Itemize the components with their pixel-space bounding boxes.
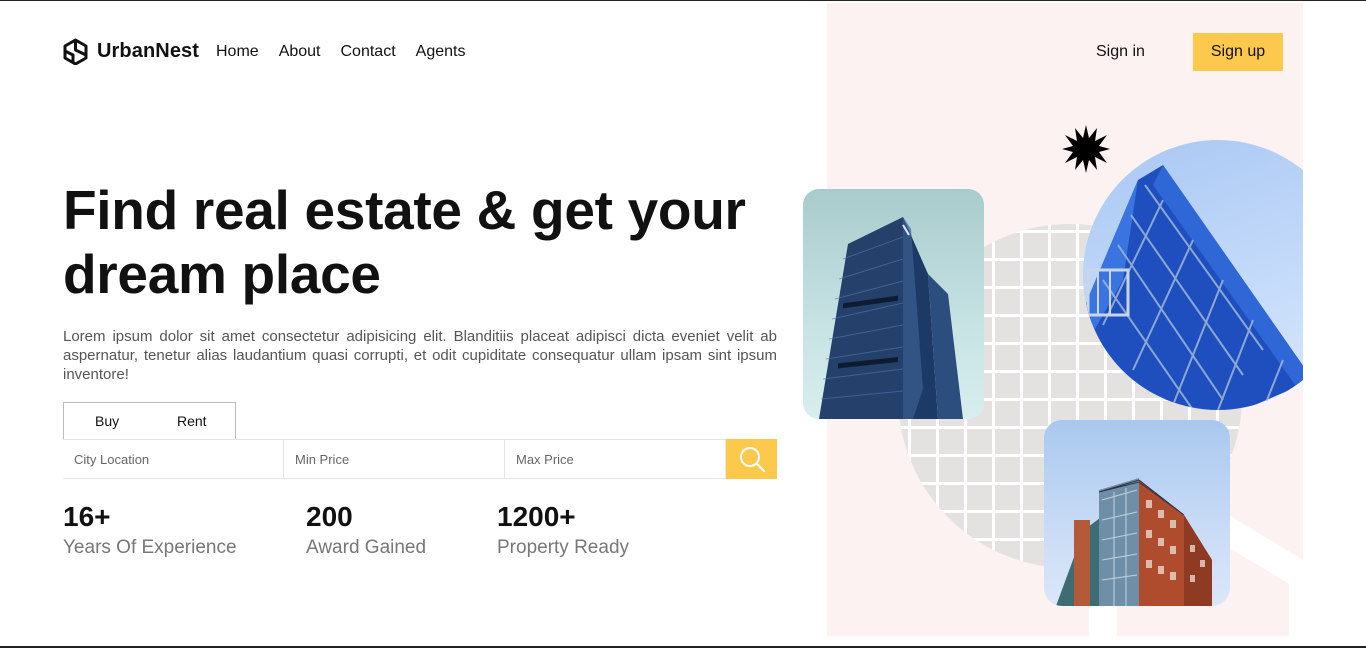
- stat-value: 1200+: [497, 501, 576, 532]
- stat-value: 200: [306, 501, 353, 532]
- main-nav: Home About Contact Agents: [216, 43, 465, 61]
- top-border: [0, 0, 1366, 1]
- stat-properties: 1200+ Property Ready: [497, 500, 629, 559]
- brand-name: UrbanNest: [97, 40, 200, 62]
- nav-home-link[interactable]: Home: [216, 43, 259, 61]
- stat-awards: 200 Award Gained: [306, 500, 426, 559]
- skyscraper-illustration: [819, 217, 963, 419]
- max-price-input[interactable]: [505, 440, 726, 478]
- search-button[interactable]: [726, 439, 777, 479]
- hero-headline: Find real estate & get your dream place: [63, 179, 746, 305]
- glass-building-illustration: [1083, 165, 1303, 410]
- property-search-bar: [63, 439, 777, 479]
- stat-label: Years Of Experience: [63, 537, 237, 558]
- stat-label: Award Gained: [306, 537, 427, 558]
- nav-agents-link[interactable]: Agents: [416, 43, 466, 61]
- starburst-icon: [1062, 125, 1110, 173]
- glass-building-photo-frame: [1083, 140, 1303, 410]
- buy-rent-tabs: Buy Rent: [63, 402, 236, 439]
- sign-in-link[interactable]: Sign in: [1096, 43, 1145, 61]
- brick-building-photo: [1044, 420, 1230, 606]
- sign-up-button[interactable]: Sign up: [1193, 33, 1283, 71]
- stat-label: Property Ready: [497, 537, 630, 558]
- city-location-input[interactable]: [63, 440, 284, 478]
- nav-about-link[interactable]: About: [279, 43, 321, 61]
- brick-building-illustration: [1056, 478, 1212, 606]
- stat-value: 16+: [63, 501, 111, 532]
- stat-experience: 16+ Years Of Experience: [63, 500, 237, 559]
- nav-contact-link[interactable]: Contact: [341, 43, 396, 61]
- skyscraper-photo: [803, 189, 984, 419]
- search-icon: [739, 447, 765, 473]
- min-price-input[interactable]: [284, 440, 505, 478]
- glass-building-photo: [1083, 140, 1303, 410]
- tab-rent[interactable]: Rent: [177, 413, 207, 429]
- brand-logo[interactable]: UrbanNest: [62, 38, 199, 65]
- house-logo-icon: [63, 38, 88, 65]
- hero-description: Lorem ipsum dolor sit amet consectetur a…: [63, 328, 777, 383]
- tab-buy[interactable]: Buy: [95, 413, 119, 429]
